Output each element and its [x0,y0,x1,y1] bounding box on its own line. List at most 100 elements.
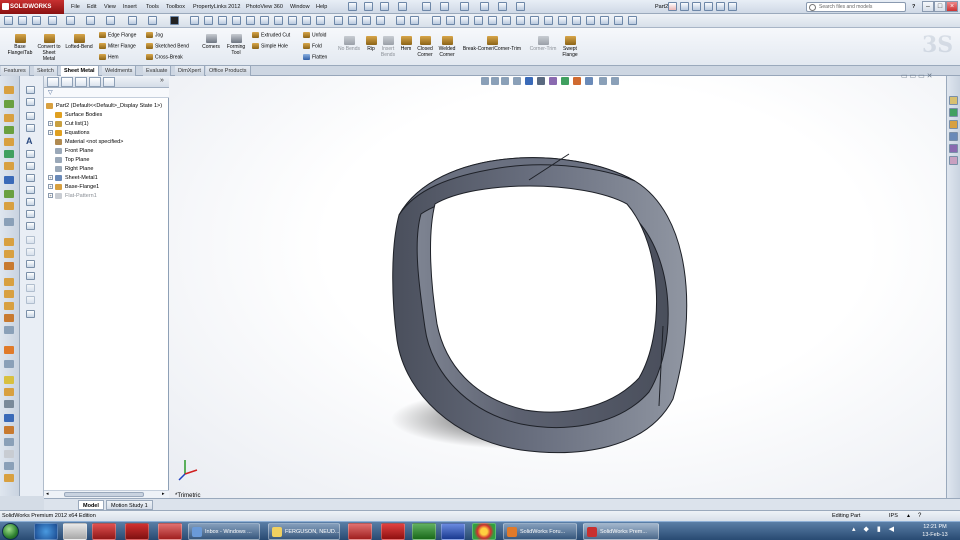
insert-bends-button[interactable]: Insert Bends [378,36,398,58]
rib-icon[interactable] [558,16,567,25]
tab-model[interactable]: Model [78,500,104,510]
right-view-icon[interactable] [260,16,269,25]
apply-scene-icon[interactable] [148,16,157,25]
tool-icon-29[interactable] [4,462,14,470]
units-dropdown-icon[interactable]: ▲ [906,511,911,521]
tree-root-part[interactable]: Part2 (Default<<Default>_Display State 1… [46,102,162,111]
tray-arrow-icon[interactable]: ▴ [852,526,856,533]
convert-to-sheet-metal-button[interactable]: Convert to Sheet Metal [36,34,62,62]
excel-icon[interactable] [412,523,436,540]
tool-icon-17[interactable] [4,302,14,310]
appearances-icon[interactable] [716,2,725,11]
sketched-bend-button[interactable]: Sketched Bend [146,43,189,50]
menu-toolbox[interactable]: Toolbox [166,0,185,14]
save-icon[interactable] [380,2,389,11]
zoom-area-icon[interactable] [18,16,27,25]
tray-network-icon[interactable]: ▮ [877,526,881,533]
smart-dimension-icon[interactable] [376,16,385,25]
tool-icon-30[interactable] [4,474,14,482]
text-tool-icon[interactable]: A [26,136,33,146]
sketch-tool-icon-5[interactable] [26,150,35,158]
tree-scroll-thumb[interactable] [64,492,144,497]
rebuild-icon[interactable] [460,2,469,11]
sketch-tool-icon-16[interactable] [26,284,35,292]
hole-wizard-icon[interactable] [600,16,609,25]
tool-icon-5[interactable] [4,138,14,146]
options-icon[interactable] [516,2,525,11]
fillet-icon[interactable] [530,16,539,25]
tool-icon-25[interactable] [4,414,14,422]
expand-toggle-icon[interactable]: + [48,130,53,136]
tool-icon-10[interactable] [4,202,14,210]
tool-icon-16[interactable] [4,290,14,298]
taskbar-window-solidworks[interactable]: SolidWorks Prem... [583,523,659,540]
tool-icon-15[interactable] [4,278,14,286]
tool-icon-9[interactable] [4,190,14,198]
tray-volume-icon[interactable]: ◀ [889,526,894,533]
tab-features[interactable]: Features [1,66,30,76]
tab-sketch[interactable]: Sketch [34,66,58,76]
sketch-tool-icon-4[interactable] [26,124,35,132]
menu-insert[interactable]: Insert [123,0,137,14]
tool-icon-14[interactable] [4,262,14,270]
menu-file[interactable]: File [71,0,80,14]
isometric-view-icon[interactable] [302,16,311,25]
tool-icon-24[interactable] [4,400,14,408]
sketch-tool-icon-18[interactable] [26,310,35,318]
taskbar-window-forum[interactable]: SolidWorks Foru... [503,523,577,540]
tab-office-products[interactable]: Office Products [206,66,251,76]
tool-icon-7[interactable] [4,162,14,170]
base-flange-button[interactable]: Base Flange/Tab [4,34,36,56]
tool-icon-26[interactable] [4,426,14,434]
extruded-cut-button[interactable]: Extruded Cut [252,32,290,39]
view-palette-icon[interactable] [704,2,713,11]
shell-icon[interactable] [572,16,581,25]
line-icon[interactable] [362,16,371,25]
revolved-cut-icon[interactable] [516,16,525,25]
mirror-icon[interactable] [628,16,637,25]
tree-node[interactable]: Top Plane [48,156,89,165]
cross-break-button[interactable]: Cross-Break [146,54,183,61]
tree-node[interactable]: Surface Bodies [48,111,102,120]
help-status-icon[interactable]: ? [918,511,921,521]
file-properties-icon[interactable] [498,2,507,11]
close-button[interactable]: × [946,1,958,12]
previous-view-icon[interactable] [32,16,41,25]
start-button[interactable] [2,523,19,540]
tree-node[interactable]: + Base-Flange1 [48,183,99,192]
tool-icon-6[interactable] [4,150,14,158]
tree-node[interactable]: Material <not specified> [48,138,123,147]
tree-node[interactable]: + Flat-Pattern1 [48,192,97,201]
revolve-boss-icon[interactable] [460,16,469,25]
sketch-tool-icon-11[interactable] [26,222,35,230]
sketch-tool-icon-10[interactable] [26,210,35,218]
chamfer-icon[interactable] [544,16,553,25]
view-settings-icon[interactable] [170,16,179,25]
design-library-pane-icon[interactable] [949,108,958,117]
undo-icon[interactable] [422,2,431,11]
search-input[interactable]: Search files and models [806,2,906,12]
tool-icon-2[interactable] [4,100,14,108]
sketch-tool-icon-6[interactable] [26,162,35,170]
rectangle-icon[interactable] [396,16,405,25]
scroll-left-icon[interactable]: ◂ [46,491,49,497]
media-player-icon[interactable] [63,523,87,540]
tool-icon-3[interactable] [4,114,14,122]
taskbar-window-inbox[interactable]: Inbox - Windows ... [188,523,260,540]
tool-icon-27[interactable] [4,438,14,446]
menu-view[interactable]: View [104,0,116,14]
menu-photoview[interactable]: PhotoView 360 [246,0,283,14]
sketch-tool-icon-9[interactable] [26,198,35,206]
hem-small-button[interactable]: Hem [99,54,119,61]
edit-appearance-icon[interactable] [128,16,137,25]
new-document-icon[interactable] [348,2,357,11]
menu-edit[interactable]: Edit [87,0,96,14]
file-explorer-icon[interactable] [692,2,701,11]
chrome-icon[interactable] [472,523,496,540]
custom-properties-icon[interactable] [728,2,737,11]
swept-flange-button[interactable]: Swept Flange [559,36,581,58]
tool-icon-28[interactable] [4,450,14,458]
tab-weldments[interactable]: Weldments [102,66,137,76]
jog-button[interactable]: Jog [146,32,163,39]
extruded-cut-icon[interactable] [502,16,511,25]
